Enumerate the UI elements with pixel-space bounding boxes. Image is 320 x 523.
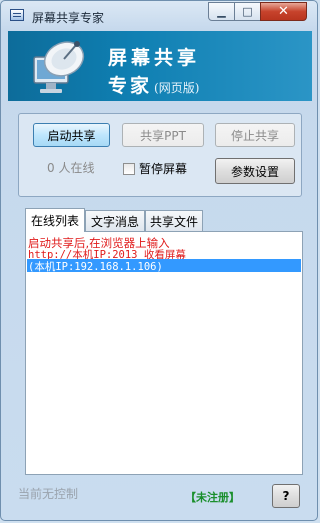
share-ppt-button[interactable]: 共享PPT xyxy=(122,123,204,147)
banner-title: 屏幕共享 xyxy=(108,47,201,69)
maximize-button[interactable]: □ xyxy=(234,2,261,21)
control-status: 当前无控制 xyxy=(18,487,79,501)
unregistered-link[interactable]: 【未注册】 xyxy=(185,489,240,505)
settings-button[interactable]: 参数设置 xyxy=(215,158,295,184)
pause-screen-checkbox[interactable]: 暂停屏幕 xyxy=(123,160,187,177)
app-banner: 屏幕共享 专家 (网页版) xyxy=(8,31,312,101)
close-button[interactable]: ✕ xyxy=(260,2,307,21)
tab-online-list[interactable]: 在线列表 xyxy=(25,208,85,232)
minimize-icon: ▁ xyxy=(217,5,226,18)
control-panel: 启动共享 共享PPT 停止共享 0 人在线 暂停屏幕 参数设置 xyxy=(18,113,302,197)
help-icon: ? xyxy=(282,489,290,503)
tab-shared-files[interactable]: 共享文件 xyxy=(145,210,203,231)
pause-screen-label[interactable]: 暂停屏幕 xyxy=(139,160,187,177)
close-icon: ✕ xyxy=(278,4,289,19)
banner-subtitle-text: 专家 xyxy=(108,75,153,97)
banner-edition: (网页版) xyxy=(154,81,200,95)
minimize-button[interactable]: ▁ xyxy=(208,2,235,21)
title-bar[interactable]: 屏幕共享专家 ▁ □ ✕ xyxy=(1,1,319,31)
help-button[interactable]: ? xyxy=(272,484,300,508)
maximize-icon: □ xyxy=(242,5,253,18)
list-item-selected[interactable]: (本机IP:192.168.1.106) xyxy=(28,259,163,274)
stop-share-button[interactable]: 停止共享 xyxy=(215,123,295,147)
tab-text-messages[interactable]: 文字消息 xyxy=(85,210,145,231)
window-title: 屏幕共享专家 xyxy=(32,11,105,25)
online-list[interactable]: 启动共享后,在浏览器上输入 http://本机IP:2013 收看屏幕 (本机I… xyxy=(25,231,303,475)
satellite-dish-icon xyxy=(33,41,85,93)
online-count: 0 人在线 xyxy=(47,161,95,175)
app-icon[interactable] xyxy=(10,9,24,21)
banner-subtitle: 专家 (网页版) xyxy=(108,71,199,98)
start-share-button[interactable]: 启动共享 xyxy=(33,123,110,147)
app-window: 屏幕共享专家 ▁ □ ✕ 屏幕共享 专家 (网页版) 启动共享 共享PPT 停止共… xyxy=(0,0,318,521)
checkbox-box[interactable] xyxy=(123,162,135,175)
